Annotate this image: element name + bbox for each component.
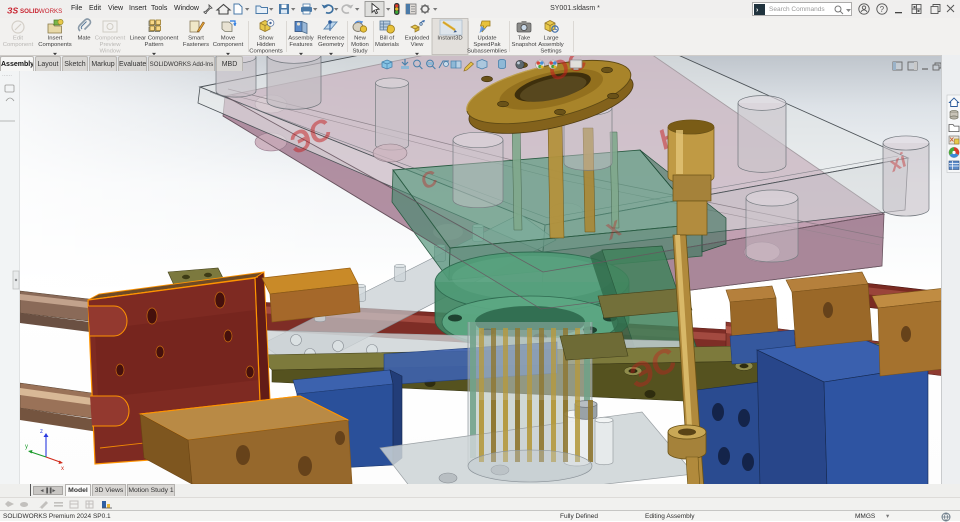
svg-text:Components: Components xyxy=(38,42,71,48)
svg-text:Linear Component: Linear Component xyxy=(130,36,179,42)
svg-text:Component: Component xyxy=(95,36,126,42)
svg-text:Motion: Motion xyxy=(351,42,369,48)
svg-text:Pattern: Pattern xyxy=(145,42,164,48)
svg-text:Take: Take xyxy=(518,36,531,42)
svg-text:Exploded: Exploded xyxy=(405,36,430,42)
svg-text:Assembly: Assembly xyxy=(288,36,314,42)
svg-text:Component: Component xyxy=(213,42,244,48)
svg-text:Study: Study xyxy=(352,49,367,55)
svg-text:Components: Components xyxy=(249,49,282,55)
svg-text:Update: Update xyxy=(478,36,498,42)
svg-text:Subassemblies: Subassemblies xyxy=(467,49,507,55)
svg-text:Edit: Edit xyxy=(13,36,24,42)
svg-text:Insert: Insert xyxy=(48,36,63,42)
svg-text:Large: Large xyxy=(543,36,559,42)
svg-text:Snapshot: Snapshot xyxy=(512,42,537,48)
svg-text:Materials: Materials xyxy=(375,42,399,48)
svg-text:x: x xyxy=(61,466,64,472)
svg-text:Instant3D: Instant3D xyxy=(437,36,462,42)
svg-text:y: y xyxy=(25,444,28,450)
svg-text:Show: Show xyxy=(259,36,274,42)
svg-text:?: ? xyxy=(880,5,885,14)
svg-text:ЗS: ЗS xyxy=(7,6,18,16)
svg-text:Assembly: Assembly xyxy=(538,42,564,48)
svg-text:SOLIDWORKS: SOLIDWORKS xyxy=(20,8,62,15)
svg-text:Bill of: Bill of xyxy=(380,36,395,42)
svg-text:New: New xyxy=(354,36,367,42)
svg-text:Window: Window xyxy=(100,49,122,55)
svg-text:Fasteners: Fasteners xyxy=(183,42,209,48)
svg-text:View: View xyxy=(411,42,424,48)
svg-text:›: › xyxy=(756,7,759,14)
svg-text:Move: Move xyxy=(221,36,236,42)
svg-text:Settings: Settings xyxy=(540,49,561,55)
svg-text:Reference: Reference xyxy=(317,36,345,42)
svg-text:Features: Features xyxy=(289,42,312,48)
svg-text:⋯⋯: ⋯⋯ xyxy=(2,73,12,79)
svg-text:SpeedPak: SpeedPak xyxy=(473,42,500,48)
svg-text:Geometry: Geometry xyxy=(318,42,344,48)
svg-text:Component: Component xyxy=(3,42,34,48)
svg-text:Hidden: Hidden xyxy=(257,42,276,48)
svg-text:Smart: Smart xyxy=(188,36,204,42)
svg-text:z: z xyxy=(40,429,43,435)
svg-text:Preview: Preview xyxy=(100,42,122,48)
svg-text:Mate: Mate xyxy=(77,36,91,42)
